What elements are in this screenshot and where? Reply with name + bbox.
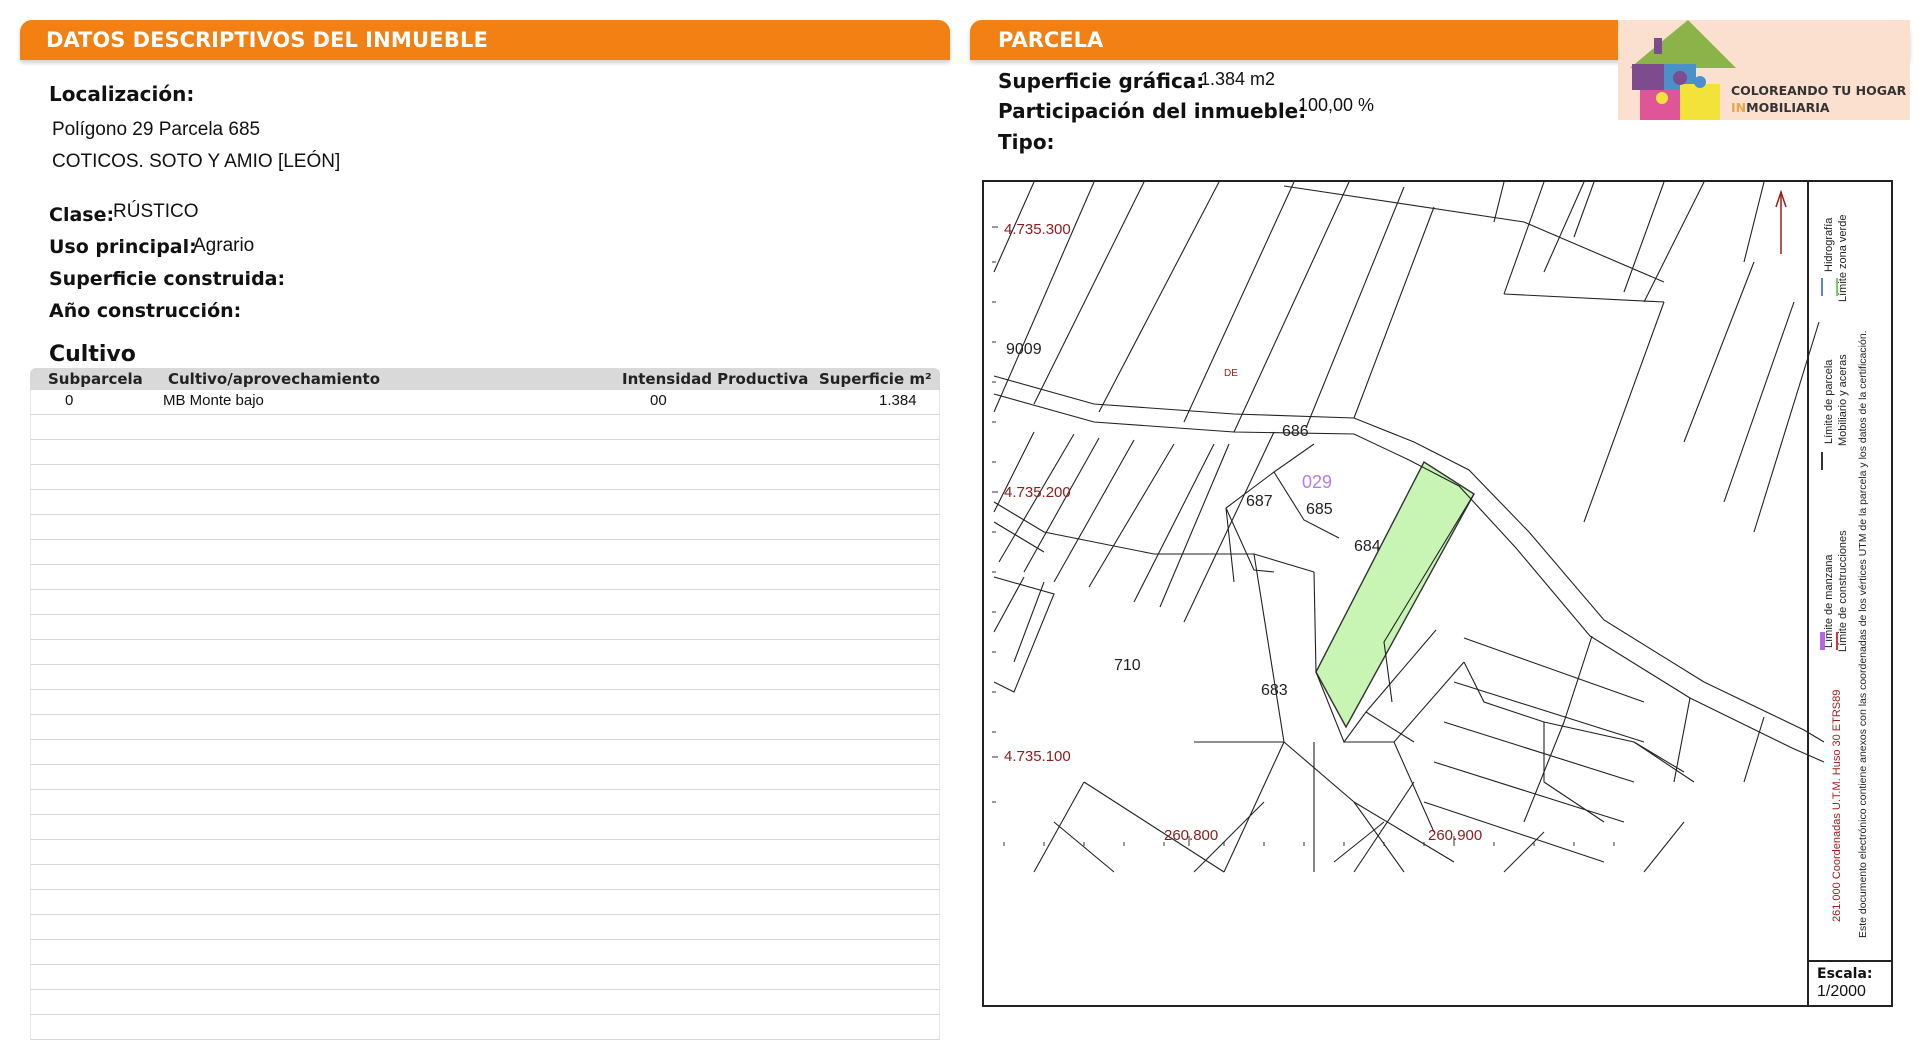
empty-table-row: [30, 640, 940, 665]
logo-text: COLOREANDO TU HOGAR INMOBILIARIA: [1731, 82, 1906, 116]
tipo-label: Tipo:: [998, 130, 1055, 154]
north-arrow-icon: [1775, 189, 1787, 254]
parcel-684: 684: [1354, 538, 1381, 555]
empty-table-row: [30, 790, 940, 815]
legend-zona-verde: Límite zona verde: [1837, 214, 1849, 302]
empty-table-row: [30, 415, 940, 440]
empty-table-row: [30, 890, 940, 915]
empty-table-row: [30, 440, 940, 465]
localizacion-line2: COTICOS. SOTO Y AMIO [LEÓN]: [52, 151, 341, 172]
table-row: 0 MB Monte bajo 00 1.384: [30, 390, 940, 415]
empty-table-row: [30, 990, 940, 1015]
header-prefix: DATOS DESCRIPTIVOS DEL: [46, 28, 366, 52]
empty-table-row: [30, 690, 940, 715]
empty-table-row: [30, 590, 940, 615]
y-coord-3: 4.735.100: [1004, 748, 1071, 765]
legend-parcela: Límite de parcela: [1823, 359, 1835, 444]
superficie-construida-label: Superficie construida:: [49, 268, 286, 290]
uso-value: Agrario: [193, 235, 255, 256]
empty-table-row: [30, 665, 940, 690]
legend-note: Este documento electrónico contiene anex…: [1857, 330, 1869, 938]
col-subparcela: Subparcela: [48, 370, 143, 388]
legend-mobiliario: Mobiliario y aceras: [1837, 354, 1849, 446]
col-superficie: Superficie m²: [819, 370, 932, 388]
road-tag: DE: [1224, 368, 1238, 379]
clase-value: RÚSTICO: [113, 201, 199, 222]
cell-superficie: 1.384: [879, 392, 917, 409]
legend-construcciones-swatch: [1836, 632, 1838, 650]
empty-rows: [30, 415, 940, 1040]
empty-table-row: [30, 1015, 940, 1040]
uso-label: Uso principal:: [49, 236, 197, 258]
empty-table-row: [30, 740, 940, 765]
empty-table-row: [30, 865, 940, 890]
scale-label: Escala:: [1817, 966, 1873, 982]
empty-table-row: [30, 565, 940, 590]
map-legend: 261.000 Coordenadas U.T.M. Huso 30 ETRS8…: [1807, 182, 1893, 960]
empty-table-row: [30, 490, 940, 515]
polygon-label: 029: [1302, 472, 1332, 492]
empty-table-row: [30, 715, 940, 740]
localizacion-label: Localización:: [49, 82, 195, 106]
legend-hidrografia-swatch: [1821, 278, 1823, 296]
cultivo-title: Cultivo: [49, 342, 136, 367]
x-coord-1: 260.800: [1164, 827, 1218, 844]
legend-construcciones: Límite de construcciones: [1837, 530, 1849, 652]
superficie-grafica-label: Superficie gráfica:: [998, 69, 1205, 93]
table-header: Subparcela Cultivo/aprovechamiento Inten…: [30, 368, 940, 390]
empty-table-row: [30, 840, 940, 865]
parcel-685: 685: [1306, 501, 1333, 518]
empty-table-row: [30, 965, 940, 990]
superficie-grafica-value: 1.384 m2: [1200, 69, 1276, 89]
participacion-label: Participación del inmueble:: [998, 99, 1307, 123]
legend-coords: 261.000 Coordenadas U.T.M. Huso 30 ETRS8…: [1831, 689, 1843, 922]
col-intensidad: Intensidad Productiva: [622, 370, 809, 388]
empty-table-row: [30, 815, 940, 840]
parcel-687: 687: [1246, 493, 1273, 510]
road-label: 9009: [1006, 341, 1042, 358]
parcel-710: 710: [1114, 657, 1141, 674]
empty-table-row: [30, 940, 940, 965]
logo-line2-rest: MOBILIARIA: [1746, 100, 1830, 115]
scale-box: Escala: 1/2000: [1807, 960, 1891, 1005]
empty-table-row: [30, 540, 940, 565]
legend-zona-verde-swatch: [1836, 278, 1838, 296]
parcel-686: 686: [1282, 423, 1309, 440]
x-coord-2: 260.900: [1428, 827, 1482, 844]
empty-table-row: [30, 915, 940, 940]
participacion-value: 100,00 %: [1298, 95, 1375, 115]
cultivo-table: Subparcela Cultivo/aprovechamiento Inten…: [30, 368, 940, 1040]
cadastral-map: 4.735.300 4.735.200 4.735.100 260.800 26…: [982, 180, 1893, 1007]
cell-subparcela: 0: [65, 392, 74, 409]
descriptive-data-header: DATOS DESCRIPTIVOS DEL INMUEBLE: [20, 20, 950, 60]
map-drawing: 4.735.300 4.735.200 4.735.100 260.800 26…: [992, 182, 1825, 873]
anio-construccion-label: Año construcción:: [49, 300, 242, 322]
empty-table-row: [30, 765, 940, 790]
legend-manzana-swatch: [1820, 632, 1825, 650]
header-bold: INMUEBLE: [365, 28, 489, 52]
clase-label: Clase:: [49, 204, 115, 226]
empty-table-row: [30, 615, 940, 640]
legend-hidrografia: Hidrografía: [1823, 217, 1835, 272]
logo-line1: COLOREANDO TU HOGAR: [1731, 83, 1907, 98]
scale-value: 1/2000: [1817, 983, 1866, 1000]
cell-intensidad: 00: [650, 392, 667, 409]
y-coord-2: 4.735.200: [1004, 484, 1071, 501]
y-coord-1: 4.735.300: [1004, 221, 1071, 238]
cell-cultivo: MB Monte bajo: [163, 392, 264, 409]
legend-parcela-swatch: [1821, 452, 1823, 470]
logo-line2-accent: IN: [1731, 100, 1747, 115]
parcel-683: 683: [1261, 682, 1288, 699]
empty-table-row: [30, 515, 940, 540]
col-cultivo: Cultivo/aprovechamiento: [168, 370, 381, 388]
localizacion-line1: Polígono 29 Parcela 685: [52, 119, 261, 140]
empty-table-row: [30, 465, 940, 490]
